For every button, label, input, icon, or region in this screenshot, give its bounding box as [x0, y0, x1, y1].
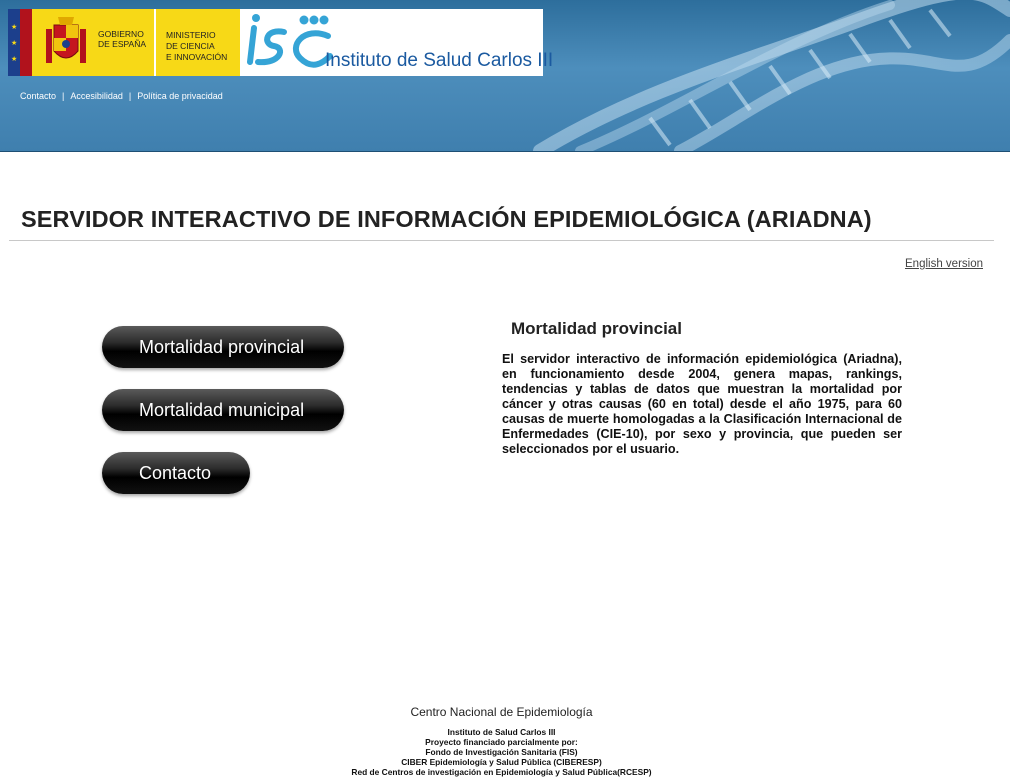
footer-line: Proyecto financiado parcialmente por: — [425, 737, 578, 747]
page-title: SERVIDOR INTERACTIVO DE INFORMACIÓN EPID… — [21, 206, 872, 232]
section-description: El servidor interactivo de información e… — [502, 352, 902, 456]
english-version-link[interactable]: English version — [905, 258, 983, 270]
institute-name: Instituto de Salud Carlos III — [325, 50, 554, 71]
footer-line: Instituto de Salud Carlos III — [447, 727, 556, 737]
site-header: ★ ★ ★ Gobierno de España Ministerio de C… — [0, 0, 1010, 152]
ministry-text: Ministerio de Ciencia e Innovación — [166, 30, 228, 62]
isciii-logo-icon — [247, 14, 333, 68]
mortalidad-provincial-button[interactable]: Mortalidad provincial — [102, 326, 344, 368]
eu-star-icon: ★ — [11, 56, 18, 63]
nav-link-contacto[interactable]: Contacto — [20, 91, 56, 101]
utility-nav: Contacto | Accesibilidad | Política de priva… — [20, 91, 223, 101]
footer-line: Fondo de Investigación Sanitaria (FIS) — [425, 747, 578, 757]
footer-line: Red de Centros de investigación en Epide… — [351, 767, 652, 777]
nav-link-privacidad[interactable]: Política de privacidad — [137, 91, 223, 101]
footer-credits: Instituto de Salud Carlos III Proyecto f… — [0, 727, 1003, 777]
eu-star-icon: ★ — [11, 24, 18, 31]
government-logo: ★ ★ ★ Gobierno de España Ministerio de C… — [8, 9, 240, 76]
section-title: Mortalidad provincial — [511, 319, 682, 338]
contacto-button[interactable]: Contacto — [102, 452, 250, 494]
mortalidad-municipal-button[interactable]: Mortalidad municipal — [102, 389, 344, 431]
nav-link-accesibilidad[interactable]: Accesibilidad — [70, 91, 123, 101]
footer-line: CIBER Epidemiología y Salud Pública (CIB… — [401, 757, 602, 767]
title-divider — [9, 240, 994, 241]
coat-of-arms-icon — [46, 17, 86, 63]
eu-star-icon: ★ — [11, 40, 18, 47]
government-text: Gobierno de España — [98, 29, 147, 49]
footer-center-name: Centro Nacional de Epidemiología — [410, 705, 593, 719]
